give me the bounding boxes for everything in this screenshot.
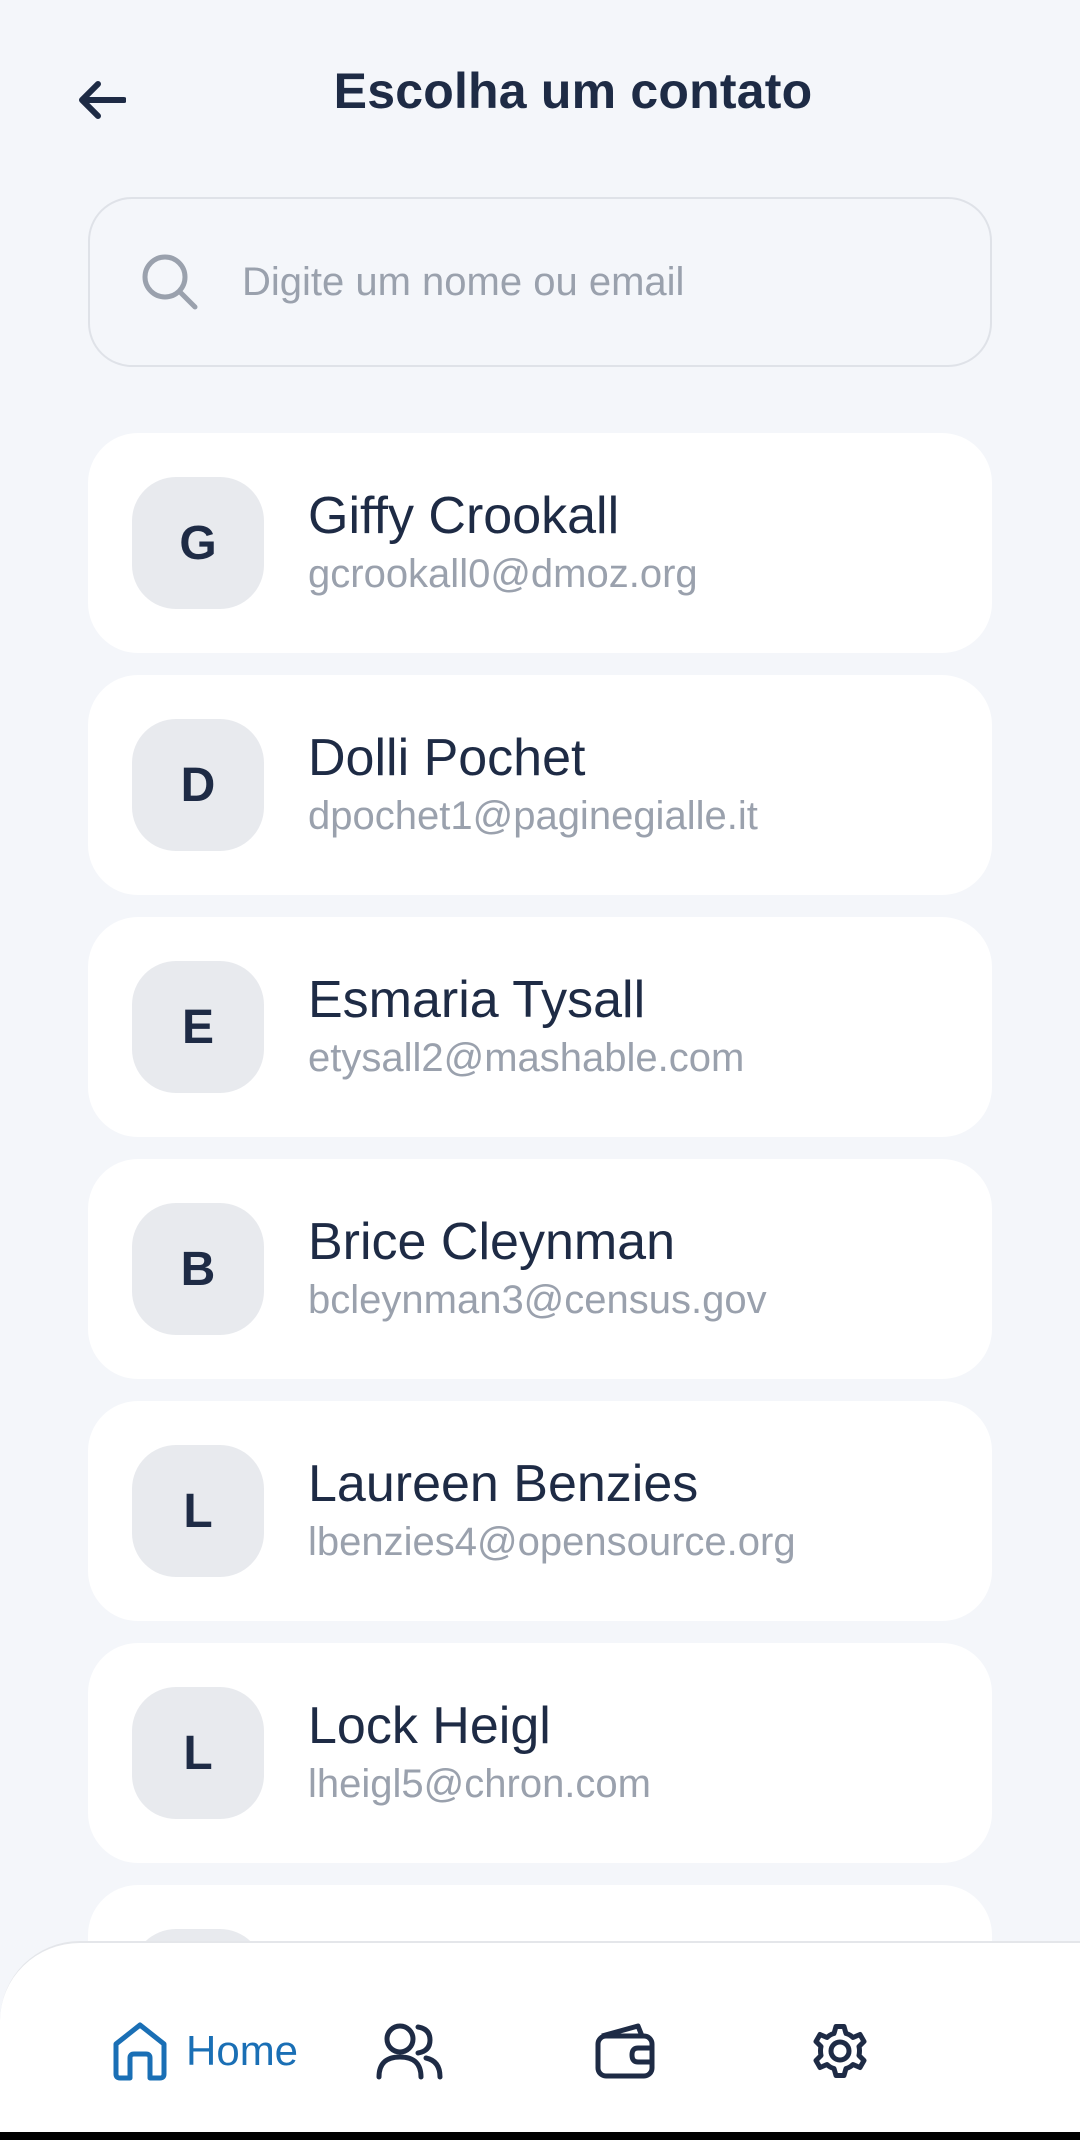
avatar: L — [132, 1445, 264, 1577]
contact-name: Esmaria Tysall — [308, 971, 646, 1029]
contact-name: Giffy Crookall — [308, 487, 620, 545]
avatar: G — [132, 477, 264, 609]
avatar: L — [132, 1687, 264, 1819]
contact-card[interactable]: L Lock Heigl lheigl5@chron.com — [88, 1643, 992, 1863]
page-title: Escolha um contato — [333, 63, 813, 119]
contact-card[interactable]: G Giffy Crookall gcrookall0@dmoz.org — [88, 433, 992, 653]
contact-card[interactable]: D Dolli Pochet dpochet1@paginegialle.it — [88, 675, 992, 895]
contact-email: dpochet1@paginegialle.it — [308, 794, 758, 838]
contact-card[interactable]: B Brice Cleynman bcleynman3@census.gov — [88, 1159, 992, 1379]
search-input[interactable] — [242, 259, 922, 305]
search-box[interactable] — [88, 197, 992, 367]
bottom-nav: Home — [0, 1941, 1080, 2136]
nav-home-label: Home — [186, 2027, 299, 2074]
nav-contacts[interactable] — [374, 2015, 446, 2087]
contact-card[interactable]: L Laureen Benzies lbenzies4@opensource.o… — [88, 1401, 992, 1621]
contact-email: bcleynman3@census.gov — [308, 1278, 767, 1322]
avatar: E — [132, 961, 264, 1093]
nav-wallet[interactable] — [590, 2015, 662, 2087]
search-icon — [134, 246, 206, 318]
contact-email: gcrookall0@dmoz.org — [308, 552, 698, 596]
nav-home[interactable]: Home — [110, 2015, 298, 2087]
settings-icon — [813, 2024, 867, 2078]
avatar: D — [132, 719, 264, 851]
contact-email: lbenzies4@opensource.org — [308, 1520, 796, 1564]
home-icon — [113, 2022, 167, 2081]
avatar — [132, 1929, 264, 1941]
contact-name: Brice Cleynman — [308, 1213, 676, 1271]
contact-name: Laureen Benzies — [308, 1455, 699, 1513]
avatar: B — [132, 1203, 264, 1335]
users-icon — [376, 2023, 443, 2080]
contact-email: lheigl5@chron.com — [308, 1762, 651, 1806]
contact-name: Lock Heigl — [308, 1697, 551, 1755]
wallet-icon — [595, 2023, 655, 2079]
system-bar — [0, 2132, 1080, 2140]
contact-email: etysall2@mashable.com — [308, 1036, 745, 1080]
contact-card[interactable]: E Esmaria Tysall etysall2@mashable.com — [88, 917, 992, 1137]
contact-card[interactable] — [88, 1885, 992, 1941]
contact-list: G Giffy Crookall gcrookall0@dmoz.org D D… — [88, 433, 992, 1941]
contact-name: Dolli Pochet — [308, 729, 586, 787]
header: Escolha um contato — [0, 0, 1080, 200]
nav-settings[interactable] — [804, 2015, 876, 2087]
